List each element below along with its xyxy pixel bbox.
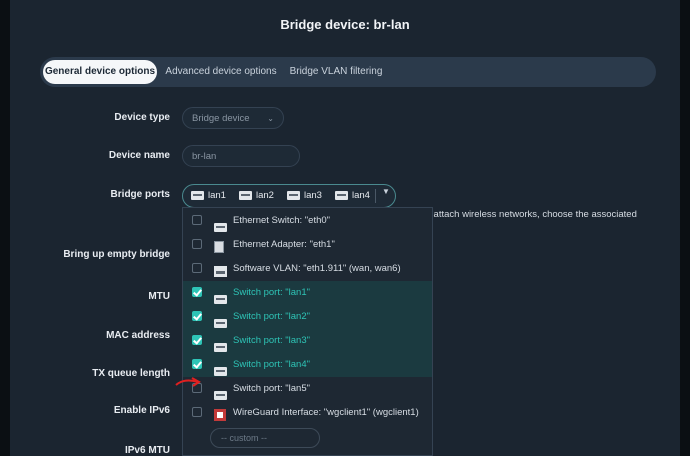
- red-arrow-annotation: [175, 377, 201, 387]
- port-chip-lan1: lan1: [191, 189, 226, 203]
- switch-port-icon: [239, 190, 252, 200]
- tab-bar: General device options Advanced device o…: [40, 57, 656, 87]
- device-name-input[interactable]: br-lan: [182, 145, 300, 167]
- background-right: [680, 0, 690, 456]
- tab-bridge-vlan-filtering[interactable]: Bridge VLAN filtering: [288, 60, 384, 84]
- device-type-value: Bridge device: [192, 113, 250, 124]
- bridge-ports-dropdown: Ethernet Switch: "eth0" Ethernet Adapter…: [182, 207, 433, 456]
- option-ethernet-adapter-eth1[interactable]: Ethernet Adapter: "eth1": [183, 233, 432, 257]
- option-switch-port-lan4[interactable]: Switch port: "lan4": [183, 353, 432, 377]
- switch-port-icon: [335, 190, 348, 200]
- checkbox[interactable]: [192, 263, 202, 273]
- bridge-ports-select[interactable]: lan1 lan2 lan3 lan4 ▼: [182, 184, 396, 208]
- bring-up-empty-bridge-label: Bring up empty bridge: [63, 249, 170, 260]
- device-type-select[interactable]: Bridge device ⌄: [182, 107, 284, 129]
- checkbox-checked[interactable]: [192, 311, 202, 321]
- device-name-value: br-lan: [192, 151, 217, 162]
- switch-port-icon: [214, 342, 227, 352]
- ethernet-adapter-icon: [214, 241, 224, 253]
- port-chip-lan2: lan2: [239, 189, 274, 203]
- dialog-title: Bridge device: br-lan: [280, 17, 410, 32]
- switch-port-icon: [214, 294, 227, 304]
- ipv6-mtu-label: IPv6 MTU: [124, 445, 170, 456]
- chevron-down-icon: ⌄: [267, 114, 274, 123]
- switch-port-icon: [287, 190, 300, 200]
- switch-port-icon: [191, 190, 204, 200]
- divider: [375, 189, 376, 203]
- caret-down-icon[interactable]: ▼: [382, 187, 390, 196]
- checkbox[interactable]: [192, 239, 202, 249]
- tab-advanced-device-options[interactable]: Advanced device options: [164, 60, 278, 84]
- tx-queue-length-label: TX queue length: [92, 368, 170, 379]
- switch-icon: [214, 222, 227, 232]
- port-chip-lan3: lan3: [287, 189, 322, 203]
- switch-port-icon: [214, 390, 227, 400]
- device-name-label: Device name: [108, 150, 170, 161]
- background-left: [0, 0, 10, 456]
- port-chip-lan4: lan4: [335, 189, 370, 203]
- checkbox[interactable]: [192, 407, 202, 417]
- bridge-device-dialog: Bridge device: br-lan General device opt…: [10, 0, 680, 456]
- switch-port-icon: [214, 318, 227, 328]
- mac-address-label: MAC address: [106, 330, 170, 341]
- device-type-label: Device type: [114, 112, 170, 123]
- option-switch-port-lan5[interactable]: Switch port: "lan5": [183, 377, 432, 401]
- option-ethernet-switch-eth0[interactable]: Ethernet Switch: "eth0": [183, 209, 432, 233]
- checkbox-checked[interactable]: [192, 359, 202, 369]
- option-switch-port-lan2[interactable]: Switch port: "lan2": [183, 305, 432, 329]
- wireguard-icon: [214, 409, 226, 421]
- bridge-ports-hint: to attach wireless networks, choose the …: [423, 209, 637, 220]
- option-wireguard-wgclient1[interactable]: WireGuard Interface: "wgclient1" (wgclie…: [183, 401, 432, 425]
- switch-port-icon: [214, 366, 227, 376]
- mtu-label: MTU: [148, 291, 170, 302]
- checkbox-checked[interactable]: [192, 287, 202, 297]
- option-switch-port-lan3[interactable]: Switch port: "lan3": [183, 329, 432, 353]
- tab-general-device-options[interactable]: General device options: [43, 60, 157, 84]
- option-software-vlan-eth1-911[interactable]: Software VLAN: "eth1.911" (wan, wan6): [183, 257, 432, 281]
- option-switch-port-lan1[interactable]: Switch port: "lan1": [183, 281, 432, 305]
- bridge-ports-label: Bridge ports: [110, 189, 170, 200]
- checkbox[interactable]: [192, 215, 202, 225]
- checkbox-checked[interactable]: [192, 335, 202, 345]
- enable-ipv6-label: Enable IPv6: [113, 405, 170, 416]
- custom-port-input[interactable]: -- custom --: [210, 428, 320, 448]
- vlan-icon: [214, 266, 227, 277]
